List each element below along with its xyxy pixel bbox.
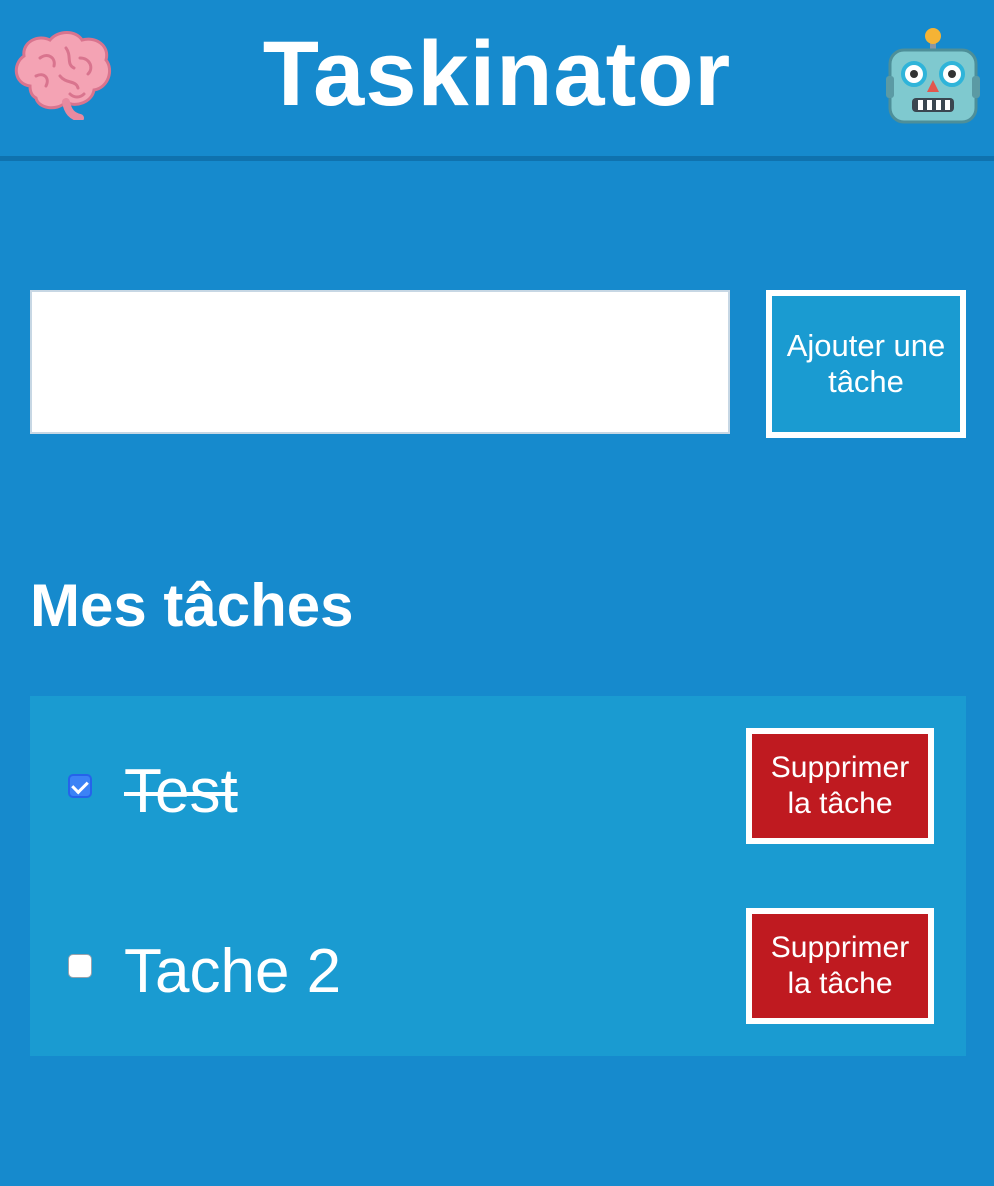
checkmark-icon [71, 776, 89, 795]
app-title: Taskinator [262, 23, 732, 125]
delete-task-button[interactable]: Supprimer la tâche [746, 908, 934, 1024]
task-item: Tache 2 Supprimer la tâche [30, 876, 966, 1056]
task-item: Test Supprimer la tâche [30, 696, 966, 876]
task-list: Test Supprimer la tâche Tache 2 Supprime… [30, 696, 966, 1056]
robot-icon [886, 28, 980, 124]
task-text: Test [124, 757, 238, 826]
task-input[interactable] [30, 290, 730, 434]
add-task-button[interactable]: Ajouter une tâche [766, 290, 966, 438]
task-checkbox-unchecked[interactable] [68, 954, 92, 978]
app-header: Taskinator [0, 0, 994, 161]
delete-task-button[interactable]: Supprimer la tâche [746, 728, 934, 844]
tasks-section-title: Mes tâches [30, 572, 354, 639]
task-text: Tache 2 [124, 937, 342, 1006]
task-checkbox-checked[interactable] [68, 774, 92, 798]
